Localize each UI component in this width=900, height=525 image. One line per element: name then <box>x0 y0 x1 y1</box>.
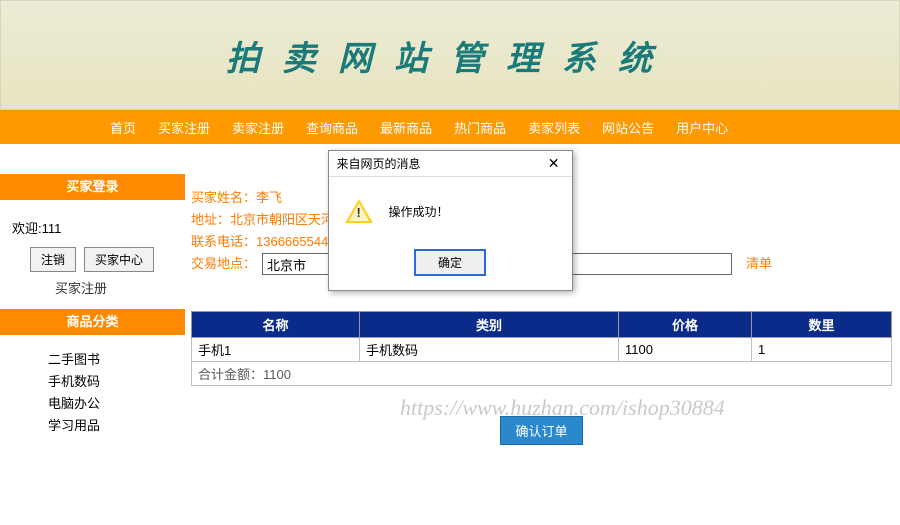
dialog-message: 操作成功！ <box>389 203 449 220</box>
dialog-ok-button[interactable]: 确定 <box>414 249 486 276</box>
warning-icon: ! <box>345 197 373 225</box>
alert-dialog: 来自网页的消息 ✕ ! 操作成功！ 确定 <box>328 150 573 291</box>
dialog-title: 来自网页的消息 <box>337 155 421 172</box>
close-icon[interactable]: ✕ <box>544 155 564 172</box>
dialog-overlay: 来自网页的消息 ✕ ! 操作成功！ 确定 <box>0 0 900 525</box>
